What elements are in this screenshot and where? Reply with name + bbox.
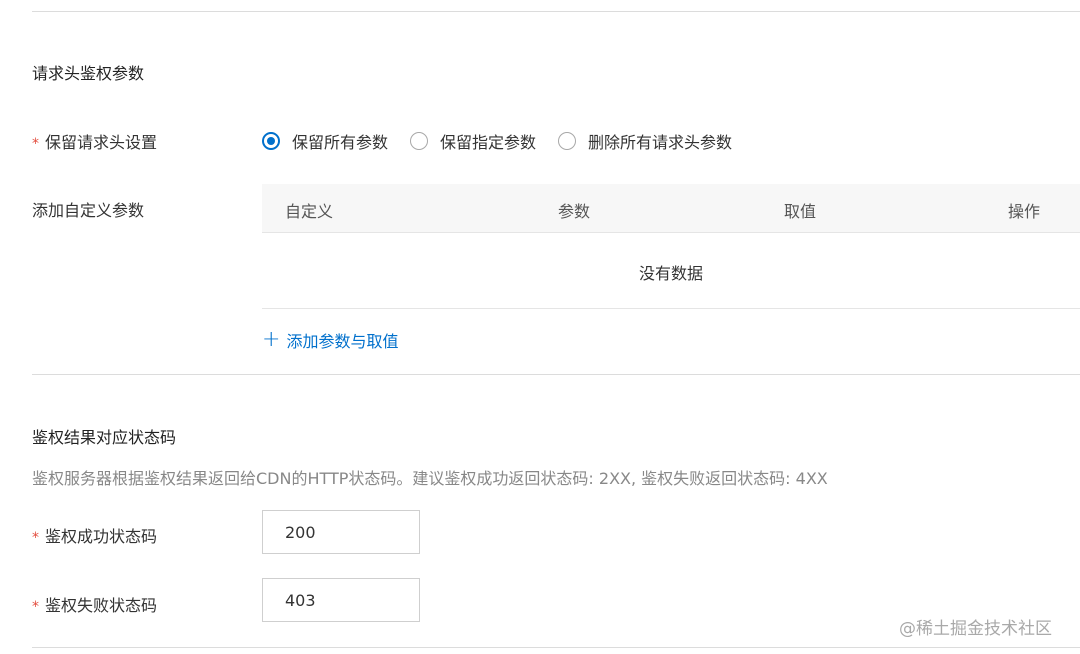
retain-header-label-text: 保留请求头设置 — [45, 133, 158, 152]
add-param-label: 添加参数与取值 — [286, 332, 399, 351]
plus-icon: + — [262, 327, 281, 352]
success-code-input[interactable] — [262, 510, 420, 554]
custom-params-label: 添加自定义参数 — [32, 201, 145, 220]
radio-retain-all[interactable]: 保留所有参数 — [262, 129, 388, 153]
table-header: 自定义 参数 取值 操作 — [262, 184, 1080, 233]
watermark-text: @稀土掘金技术社区 — [899, 619, 1052, 639]
section-divider — [32, 374, 1080, 375]
retain-header-label: * 保留请求头设置 — [32, 129, 157, 153]
column-header-value: 取值 — [784, 202, 817, 221]
radio-unchecked-icon[interactable] — [558, 132, 577, 150]
top-divider — [32, 11, 1080, 12]
required-mark: * — [32, 136, 39, 152]
custom-params-table: 自定义 参数 取值 操作 没有数据 — [262, 184, 1080, 309]
failure-code-input[interactable] — [262, 578, 420, 622]
section-title-status-codes: 鉴权结果对应状态码 — [32, 428, 177, 447]
radio-delete-all[interactable]: 删除所有请求头参数 — [558, 129, 732, 153]
failure-code-label: * 鉴权失败状态码 — [32, 592, 157, 616]
column-header-action: 操作 — [1008, 202, 1041, 221]
success-code-label: * 鉴权成功状态码 — [32, 523, 157, 547]
radio-label: 删除所有请求头参数 — [588, 133, 733, 152]
success-code-label-text: 鉴权成功状态码 — [45, 527, 158, 546]
column-header-param: 参数 — [558, 202, 591, 221]
radio-retain-specified[interactable]: 保留指定参数 — [410, 129, 536, 153]
radio-label: 保留所有参数 — [292, 133, 389, 152]
table-empty-row: 没有数据 — [262, 233, 1080, 309]
status-code-description: 鉴权服务器根据鉴权结果返回给CDN的HTTP状态码。建议鉴权成功返回状态码: 2… — [32, 469, 828, 488]
retain-header-radio-group: 保留所有参数 保留指定参数 删除所有请求头参数 — [262, 129, 754, 153]
required-mark: * — [32, 599, 39, 615]
bottom-divider — [32, 647, 1080, 648]
section-title-header-auth: 请求头鉴权参数 — [32, 64, 145, 83]
failure-code-label-text: 鉴权失败状态码 — [45, 596, 158, 615]
radio-unchecked-icon[interactable] — [410, 132, 429, 150]
add-param-link[interactable]: + 添加参数与取值 — [262, 328, 398, 352]
radio-label: 保留指定参数 — [440, 133, 537, 152]
column-header-custom: 自定义 — [285, 202, 334, 221]
empty-state-text: 没有数据 — [639, 264, 704, 283]
radio-checked-icon[interactable] — [262, 132, 280, 150]
required-mark: * — [32, 530, 39, 546]
